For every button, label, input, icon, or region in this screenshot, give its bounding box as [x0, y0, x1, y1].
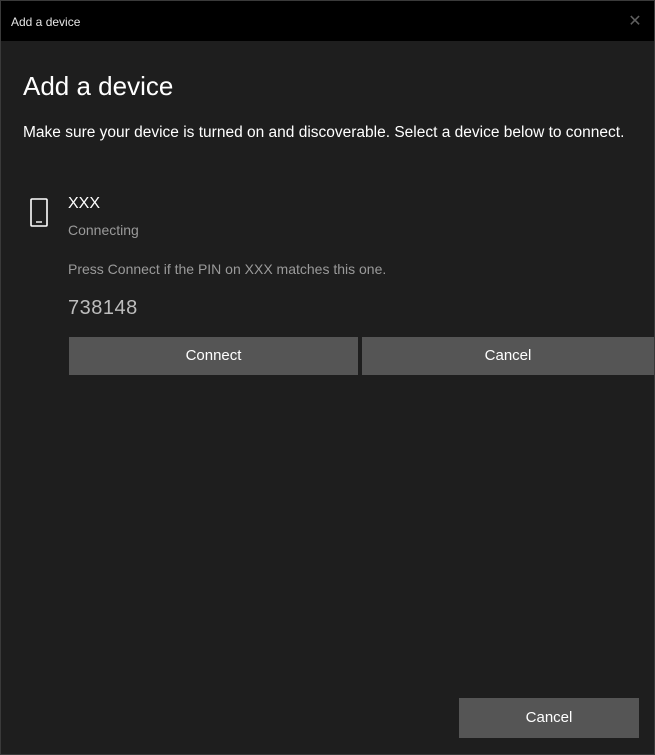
device-name: XXX [68, 195, 101, 212]
connect-button[interactable]: Connect [69, 337, 358, 375]
window-title: Add a device [11, 15, 81, 29]
close-icon[interactable]: ✕ [622, 9, 648, 35]
cancel-pairing-button[interactable]: Cancel [362, 337, 654, 375]
pin-code: 738148 [68, 297, 138, 319]
instructions-text: Make sure your device is turned on and d… [23, 124, 625, 141]
phone-icon [30, 198, 48, 227]
title-bar: Add a device ✕ [1, 1, 654, 41]
cancel-button[interactable]: Cancel [459, 698, 639, 738]
pin-prompt: Press Connect if the PIN on XXX matches … [68, 261, 387, 277]
add-device-dialog: Add a device ✕ Add a device Make sure yo… [0, 0, 655, 755]
device-status: Connecting [68, 222, 139, 238]
page-title: Add a device [23, 71, 174, 101]
